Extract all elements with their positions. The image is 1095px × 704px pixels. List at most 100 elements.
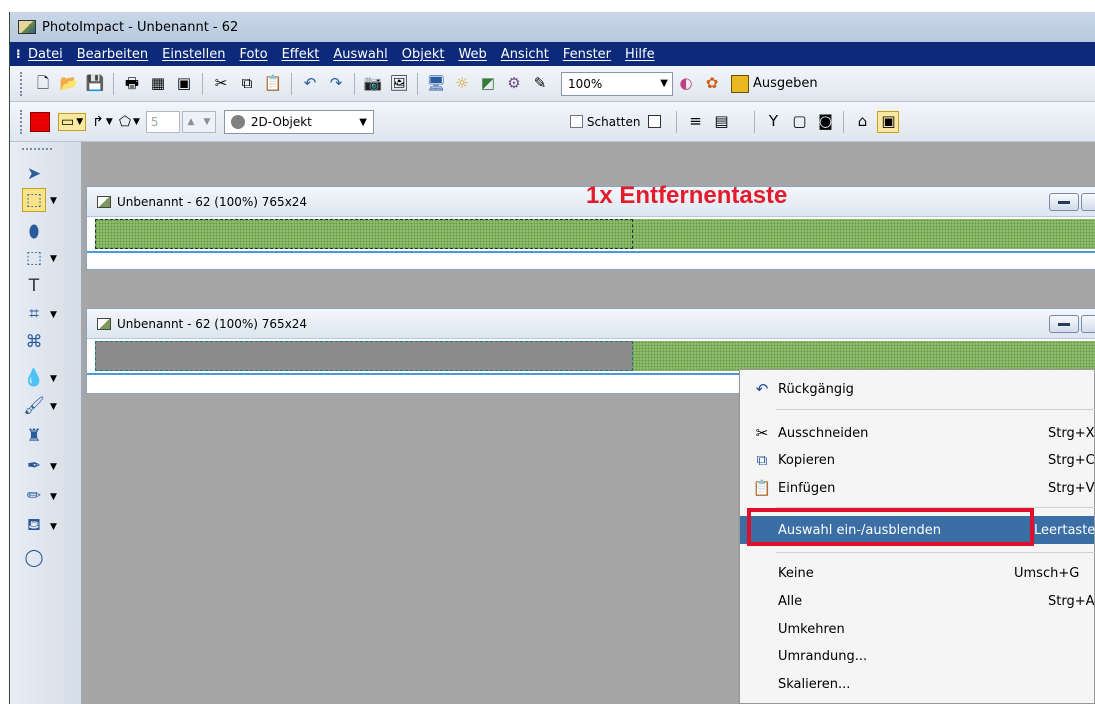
print-icon[interactable]: 🖶 (121, 73, 143, 95)
menu-item-copy[interactable]: ⧉ Kopieren Strg+C (740, 447, 1095, 473)
menu-einstellen[interactable]: Einstellen (162, 47, 225, 62)
menu-item-none[interactable]: Keine Umsch+G (740, 560, 1094, 586)
minimize-button[interactable] (1049, 193, 1079, 211)
object-type-value: 2D-Objekt (250, 114, 312, 129)
merge-icon[interactable]: ⌂ (851, 111, 873, 133)
cut-icon[interactable]: ✂ (210, 73, 232, 95)
picture-icon[interactable]: ▣ (173, 73, 195, 95)
object-type-select[interactable]: 2D-Objekt ▼ (223, 109, 374, 134)
chevron-down-icon[interactable]: ▼ (50, 310, 57, 320)
menu-foto[interactable]: Foto (240, 47, 268, 62)
save-icon[interactable]: 💾 (84, 73, 106, 95)
magic-wand-icon[interactable]: ✎ (529, 73, 551, 95)
dropper-tool-icon[interactable]: 💧 (22, 366, 46, 390)
paste-icon[interactable]: 📋 (262, 73, 284, 95)
menu-effekt[interactable]: Effekt (282, 47, 320, 62)
menu-web[interactable]: Web (458, 47, 486, 62)
up-icon: ▲ (187, 116, 195, 127)
crop-tool-icon[interactable]: ⌗ (22, 302, 46, 326)
effects-icon[interactable]: ✿ (701, 73, 723, 95)
distribute-icon[interactable]: ▤ (710, 111, 732, 133)
menu-datei[interactable]: Datei (28, 47, 63, 62)
shadow-checkbox[interactable]: Schatten (569, 115, 640, 129)
text-tool-icon[interactable]: T (22, 274, 46, 298)
chevron-down-icon[interactable]: ▼ (50, 402, 57, 412)
lasso-tool-icon[interactable]: ⬮ (22, 220, 46, 244)
shadow-check-box[interactable] (569, 115, 583, 128)
output-icon (731, 74, 749, 93)
chevron-down-icon[interactable]: ▼ (50, 196, 57, 206)
menu-objekt[interactable]: Objekt (402, 47, 445, 62)
document-title: Unbenannt - 62 (100%) 765x24 (117, 194, 308, 209)
line-width-field[interactable]: 5 (145, 110, 180, 133)
toolbar-separator (202, 72, 203, 95)
fill-tool-icon[interactable]: ⛾ (22, 514, 46, 538)
scanner-icon[interactable]: 🖼 (388, 73, 410, 95)
menu-ansicht[interactable]: Ansicht (501, 47, 549, 62)
selection-marquee[interactable] (95, 341, 633, 371)
undo-icon[interactable]: ↶ (299, 73, 321, 95)
properties-icon[interactable]: ▣ (877, 110, 900, 133)
polygon-shape-button[interactable]: ⬠ ▼ (119, 114, 140, 130)
pick-tool-icon[interactable]: ➤ (22, 162, 46, 186)
chevron-down-icon[interactable]: ▼ (50, 374, 57, 384)
toolbar-separator (417, 72, 418, 95)
transform-tool-icon[interactable]: ⌘ (22, 330, 46, 354)
zoom-select[interactable]: 100% ▼ (561, 71, 673, 96)
canvas-area[interactable] (87, 217, 1095, 251)
document-title-bar[interactable]: Unbenannt - 62 (100%) 765x24 (87, 309, 1095, 339)
menu-item-paste[interactable]: 📋 Einfügen Strg+V (740, 475, 1095, 501)
fill-color-swatch[interactable] (30, 111, 50, 132)
camera-icon[interactable]: 📷 (362, 73, 384, 95)
maximize-button[interactable] (1081, 315, 1095, 333)
menu-fenster[interactable]: Fenster (563, 47, 611, 62)
eraser-tool-icon[interactable]: ✏ (22, 484, 46, 508)
frame-icon[interactable]: ▢ (788, 111, 810, 133)
palette-icon[interactable]: ◐ (675, 73, 697, 95)
stamp-tool-icon[interactable]: ♜ (22, 424, 46, 448)
copy-icon[interactable]: ⧉ (236, 73, 258, 95)
chevron-down-icon[interactable]: ▼ (50, 522, 57, 532)
menu-auswahl[interactable]: Auswahl (333, 47, 387, 62)
canvas-area[interactable] (87, 339, 1095, 373)
menu-item-scale[interactable]: Skalieren... (740, 671, 1094, 697)
menu-hilfe[interactable]: Hilfe (625, 47, 655, 62)
tool-panel: ➤ ⬚ ▼ ⬮ ⬚ ▼ T ⌗ ▼ ⌘ 💧 ▼ 🖌 ▼ ♜ ✒ ▼ ✏ ▼ ⛾ … (10, 142, 82, 704)
grid-icon[interactable]: ▦ (147, 73, 169, 95)
menu-item-cut[interactable]: ✂ Ausschneiden Strg+X (740, 420, 1095, 446)
shape-tool-icon[interactable]: ⬚ (22, 246, 46, 270)
minimize-button[interactable] (1049, 315, 1079, 333)
rectangle-shape-button[interactable]: ▭ ▼ (58, 112, 87, 131)
output-button[interactable]: Ausgeben (731, 74, 818, 93)
levels-icon[interactable]: ◩ (477, 73, 499, 95)
menu-item-all[interactable]: Alle Strg+A (740, 588, 1095, 614)
menu-item-shortcut: Leertaste (1034, 522, 1095, 538)
zoom-tool-icon[interactable]: ◯ (22, 546, 46, 570)
attribute-toolbar: ▭ ▼ ↱ ▼ ⬠ ▼ 5 ▲ ▼ 2D-Objekt ▼ Schatten ≡ ▤ Y… (10, 102, 1095, 142)
path-shape-button[interactable]: ↱ ▼ (92, 114, 113, 130)
monitor-icon[interactable]: 🖥 (425, 73, 447, 95)
selection-tool-icon[interactable]: ⬚ (22, 188, 46, 212)
brightness-icon[interactable]: ☼ (451, 73, 473, 95)
menu-bearbeiten[interactable]: Bearbeiten (77, 47, 148, 62)
open-folder-icon[interactable]: 📂 (58, 73, 80, 95)
split-icon[interactable]: Y (762, 111, 784, 133)
chevron-down-icon[interactable]: ▼ (50, 462, 57, 472)
airbrush-tool-icon[interactable]: ✒ (22, 454, 46, 478)
down-icon: ▼ (203, 116, 211, 127)
selection-marquee[interactable] (95, 219, 633, 249)
camera-object-icon[interactable]: ◙ (814, 111, 836, 133)
maximize-button[interactable] (1081, 193, 1095, 211)
redo-icon[interactable]: ↷ (325, 73, 347, 95)
menu-item-undo[interactable]: ↶ Rückgängig (740, 376, 1094, 402)
paintbrush-tool-icon[interactable]: 🖌 (22, 394, 46, 418)
new-file-icon[interactable]: 🗋 (32, 73, 54, 95)
chevron-down-icon[interactable]: ▼ (50, 254, 57, 264)
chevron-down-icon[interactable]: ▼ (50, 492, 57, 502)
menu-item-invert[interactable]: Umkehren (740, 616, 1094, 642)
menu-item-border[interactable]: Umrandung... (740, 643, 1094, 669)
align-icon[interactable]: ≡ (684, 111, 706, 133)
line-width-stepper[interactable]: ▲ ▼ (181, 110, 216, 133)
shadow-options-checkbox[interactable] (648, 115, 662, 128)
enhance-icon[interactable]: ⚙ (503, 73, 525, 95)
